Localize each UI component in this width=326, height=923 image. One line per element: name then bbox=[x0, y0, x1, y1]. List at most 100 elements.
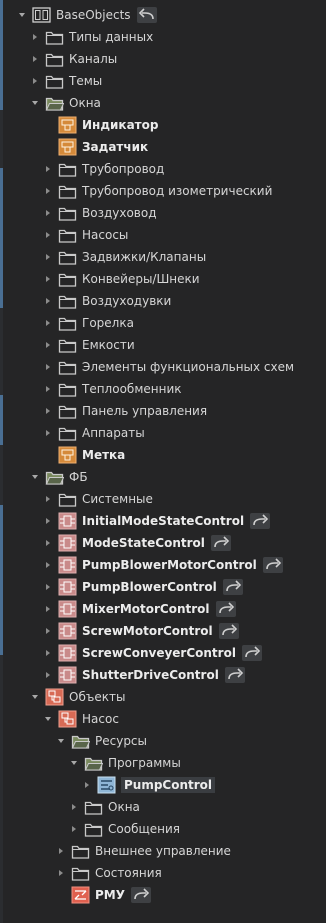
back-link-icon[interactable] bbox=[137, 7, 157, 23]
tree-item[interactable]: Насос bbox=[0, 708, 326, 730]
tree-item-label: Сообщения bbox=[108, 822, 181, 836]
expand-arrow-closed-icon[interactable] bbox=[44, 319, 52, 327]
tree-item-label: ФБ bbox=[69, 470, 88, 484]
expand-arrow-closed-icon[interactable] bbox=[44, 495, 52, 503]
expand-arrow-closed-icon[interactable] bbox=[44, 671, 52, 679]
folder-icon bbox=[71, 842, 90, 860]
tree-item[interactable]: Горелка bbox=[0, 312, 326, 334]
tree-item[interactable]: Воздуходувки bbox=[0, 290, 326, 312]
tree-item[interactable]: Окна bbox=[0, 796, 326, 818]
expand-arrow-closed-icon[interactable] bbox=[44, 209, 52, 217]
shortcut-link-icon[interactable] bbox=[216, 601, 236, 617]
tree-item[interactable]: Состояния bbox=[0, 862, 326, 884]
tree-item[interactable]: Метка bbox=[0, 444, 326, 466]
tree-item[interactable]: PumpBlowerControl bbox=[0, 576, 326, 598]
expand-arrow-closed-icon[interactable] bbox=[44, 363, 52, 371]
shortcut-link-icon[interactable] bbox=[219, 623, 239, 639]
tree-item[interactable]: Аппараты bbox=[0, 422, 326, 444]
shortcut-link-icon[interactable] bbox=[263, 557, 283, 573]
expand-arrow-closed-icon[interactable] bbox=[44, 275, 52, 283]
expand-arrow-open-icon[interactable] bbox=[18, 11, 26, 19]
shortcut-link-icon[interactable] bbox=[211, 535, 231, 551]
expand-arrow-open-icon[interactable] bbox=[44, 715, 52, 723]
shortcut-link-icon[interactable] bbox=[250, 513, 270, 529]
expand-arrow-closed-icon[interactable] bbox=[31, 33, 39, 41]
tree-item[interactable]: Сообщения bbox=[0, 818, 326, 840]
tree-item[interactable]: ModeStateControl bbox=[0, 532, 326, 554]
tree-item[interactable]: ScrewMotorControl bbox=[0, 620, 326, 642]
tree-item[interactable]: Ресурсы bbox=[0, 730, 326, 752]
shortcut-link-icon[interactable] bbox=[242, 645, 262, 661]
tree-item[interactable]: Темы bbox=[0, 70, 326, 92]
tree-item[interactable]: Панель управления bbox=[0, 400, 326, 422]
tree-item[interactable]: ScrewConveyerControl bbox=[0, 642, 326, 664]
folder-open-icon bbox=[84, 754, 103, 772]
expand-arrow-closed-icon[interactable] bbox=[44, 341, 52, 349]
tree-item-label: Панель управления bbox=[82, 404, 208, 418]
expand-arrow-open-icon[interactable] bbox=[70, 759, 78, 767]
expand-arrow-open-icon[interactable] bbox=[31, 693, 39, 701]
expand-arrow-closed-icon[interactable] bbox=[31, 55, 39, 63]
expand-arrow-closed-icon[interactable] bbox=[44, 407, 52, 415]
tree-item[interactable]: Объекты bbox=[0, 686, 326, 708]
fb-icon bbox=[58, 666, 77, 684]
tree-item[interactable]: Трубопровод bbox=[0, 158, 326, 180]
tree-item[interactable]: MixerMotorControl bbox=[0, 598, 326, 620]
expand-arrow-closed-icon[interactable] bbox=[70, 825, 78, 833]
tree-item[interactable]: ShutterDriveControl bbox=[0, 664, 326, 686]
tree-item[interactable]: Емкости bbox=[0, 334, 326, 356]
expand-arrow-open-icon[interactable] bbox=[31, 99, 39, 107]
tree-item-label: BaseObjects bbox=[56, 8, 131, 22]
expand-arrow-closed-icon[interactable] bbox=[44, 385, 52, 393]
expand-arrow-closed-icon[interactable] bbox=[44, 231, 52, 239]
tree-item[interactable]: Каналы bbox=[0, 48, 326, 70]
tree-item[interactable]: Трубопровод изометрический bbox=[0, 180, 326, 202]
expand-arrow-closed-icon[interactable] bbox=[44, 187, 52, 195]
expand-arrow-closed-icon[interactable] bbox=[44, 165, 52, 173]
expand-arrow-closed-icon[interactable] bbox=[44, 583, 52, 591]
tree-item-label: Трубопровод изометрический bbox=[82, 184, 273, 198]
tree-item-label: Состояния bbox=[95, 866, 162, 880]
expand-arrow-closed-icon[interactable] bbox=[83, 781, 91, 789]
expand-arrow-closed-icon[interactable] bbox=[57, 847, 65, 855]
tree-item[interactable]: Насосы bbox=[0, 224, 326, 246]
expand-arrow-closed-icon[interactable] bbox=[44, 649, 52, 657]
tree-item[interactable]: BaseObjects bbox=[0, 4, 326, 26]
tree-item-label: Метка bbox=[82, 448, 126, 462]
shortcut-link-icon[interactable] bbox=[225, 667, 245, 683]
expand-arrow-open-icon[interactable] bbox=[57, 737, 65, 745]
tree-item[interactable]: Индикатор bbox=[0, 114, 326, 136]
expand-arrow-closed-icon[interactable] bbox=[44, 253, 52, 261]
expand-arrow-closed-icon[interactable] bbox=[44, 429, 52, 437]
tree-item[interactable]: PumpControl bbox=[0, 774, 326, 796]
expand-arrow-closed-icon[interactable] bbox=[57, 869, 65, 877]
tree-item[interactable]: Задвижки/Клапаны bbox=[0, 246, 326, 268]
expand-arrow-closed-icon[interactable] bbox=[44, 627, 52, 635]
tree-item[interactable]: ФБ bbox=[0, 466, 326, 488]
tree-item[interactable]: РМУ bbox=[0, 884, 326, 906]
tree-item[interactable]: Программы bbox=[0, 752, 326, 774]
expand-arrow-open-icon[interactable] bbox=[31, 473, 39, 481]
expand-arrow-closed-icon[interactable] bbox=[44, 517, 52, 525]
tree-item[interactable]: Элементы функциональных схем bbox=[0, 356, 326, 378]
tree-item[interactable]: Типы данных bbox=[0, 26, 326, 48]
tree-item[interactable]: Конвейеры/Шнеки bbox=[0, 268, 326, 290]
expand-arrow-closed-icon[interactable] bbox=[44, 539, 52, 547]
window-icon bbox=[58, 138, 77, 156]
tree-item[interactable]: PumpBlowerMotorControl bbox=[0, 554, 326, 576]
folder-icon bbox=[58, 380, 77, 398]
shortcut-link-icon[interactable] bbox=[131, 887, 151, 903]
tree-item[interactable]: Внешнее управление bbox=[0, 840, 326, 862]
tree-item[interactable]: InitialModeStateControl bbox=[0, 510, 326, 532]
expand-arrow-closed-icon[interactable] bbox=[44, 605, 52, 613]
tree-item[interactable]: Окна bbox=[0, 92, 326, 114]
expand-arrow-closed-icon[interactable] bbox=[70, 803, 78, 811]
tree-item[interactable]: Задатчик bbox=[0, 136, 326, 158]
expand-arrow-closed-icon[interactable] bbox=[31, 77, 39, 85]
tree-item[interactable]: Системные bbox=[0, 488, 326, 510]
tree-item[interactable]: Воздуховод bbox=[0, 202, 326, 224]
shortcut-link-icon[interactable] bbox=[223, 579, 243, 595]
expand-arrow-closed-icon[interactable] bbox=[44, 561, 52, 569]
expand-arrow-closed-icon[interactable] bbox=[44, 297, 52, 305]
tree-item[interactable]: Теплообменник bbox=[0, 378, 326, 400]
